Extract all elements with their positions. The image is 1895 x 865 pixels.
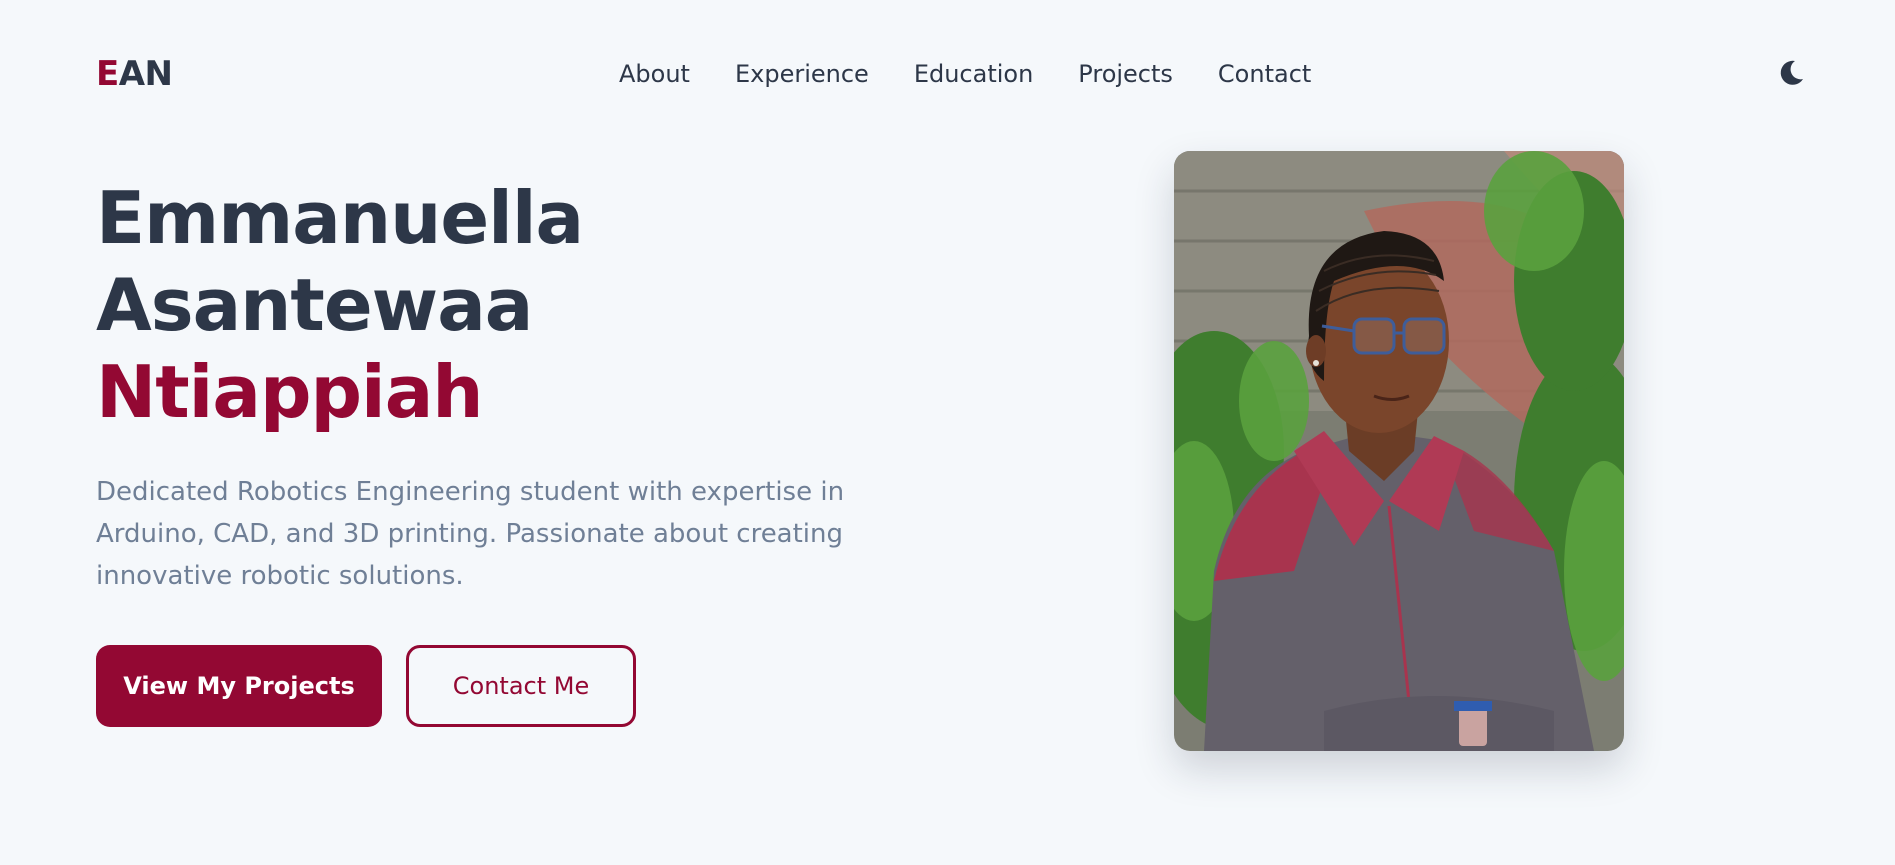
theme-toggle-button[interactable] xyxy=(1775,57,1807,89)
hero-description: Dedicated Robotics Engineering student w… xyxy=(96,477,845,591)
logo-rest: AN xyxy=(118,54,173,94)
name-last: Ntiappiah xyxy=(96,350,484,434)
nav-item-about[interactable]: About xyxy=(619,56,690,92)
page: EAN About Experience Education Projects … xyxy=(0,0,1895,865)
profile-photo xyxy=(1174,151,1624,751)
moon-icon xyxy=(1780,60,1803,85)
name-first: Emmanuella xyxy=(96,176,584,260)
logo-initial: E xyxy=(96,54,119,94)
main-nav: About Experience Education Projects Cont… xyxy=(619,56,1311,92)
site-logo[interactable]: EAN xyxy=(96,52,173,96)
name-middle: Asantewaa xyxy=(96,263,533,347)
view-projects-button[interactable]: View My Projects xyxy=(96,645,382,727)
nav-item-projects[interactable]: Projects xyxy=(1078,56,1173,92)
hero-name: Emmanuella Asantewaa Ntiappiah xyxy=(96,175,584,436)
nav-item-education[interactable]: Education xyxy=(914,56,1033,92)
nav-item-contact[interactable]: Contact xyxy=(1218,56,1311,92)
contact-me-button[interactable]: Contact Me xyxy=(406,645,636,727)
nav-item-experience[interactable]: Experience xyxy=(735,56,869,92)
